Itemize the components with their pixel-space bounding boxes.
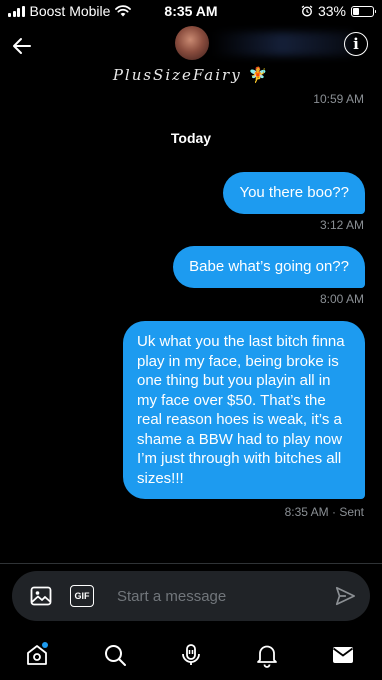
info-button[interactable]: i: [344, 32, 368, 56]
bottom-tab-bar: [0, 636, 382, 680]
notifications-icon: [257, 645, 277, 668]
info-icon: i: [353, 35, 359, 53]
day-divider: Today: [170, 130, 212, 146]
search-icon: [105, 645, 126, 666]
message-status: · Sent: [331, 505, 364, 519]
image-icon: [30, 586, 52, 606]
tab-search[interactable]: [102, 642, 128, 668]
message-input[interactable]: [117, 585, 307, 607]
tab-notifications[interactable]: [254, 642, 280, 668]
home-notification-dot: [42, 642, 48, 648]
message-timestamp: 3:12 AM: [319, 218, 364, 232]
send-button[interactable]: [334, 585, 356, 607]
status-bar: Boost Mobile 8:35 AM 33%: [0, 0, 382, 22]
message-composer: GIF: [12, 571, 370, 621]
home-icon: [27, 645, 47, 665]
alarm-icon: [301, 5, 313, 17]
messages-icon: [332, 647, 354, 663]
spaces-icon: [182, 644, 200, 665]
avatar[interactable]: [175, 26, 209, 60]
arrow-left-icon: [13, 38, 31, 54]
display-name[interactable]: PlusSizeFairy 🧚: [0, 66, 382, 84]
message-timestamp: 8:35 AM · Sent: [285, 505, 364, 519]
header-timestamp: 10:59 AM: [313, 92, 364, 106]
conversation-header: i PlusSizeFairy 🧚 10:59 AM: [0, 22, 382, 114]
dm-conversation-screen: Boost Mobile 8:35 AM 33% i PlusSizeFairy…: [0, 0, 382, 680]
blurred-name-region: [212, 32, 352, 56]
message-timestamp: 8:00 AM: [319, 292, 364, 306]
fairy-emoji: 🧚: [248, 66, 270, 84]
message-bubble[interactable]: Babe what’s going on??: [173, 246, 365, 288]
tab-messages[interactable]: [330, 642, 356, 668]
image-button[interactable]: [29, 584, 53, 608]
message-bubble[interactable]: Uk what you the last bitch finna play in…: [123, 321, 365, 499]
back-button[interactable]: [10, 34, 34, 58]
gif-label: GIF: [74, 591, 90, 601]
message-bubble[interactable]: You there boo??: [223, 172, 365, 214]
gif-button[interactable]: GIF: [70, 585, 94, 607]
battery-icon: [351, 5, 376, 17]
message-time: 8:35 AM: [284, 505, 329, 519]
composer-divider: [0, 563, 382, 564]
send-icon: [335, 586, 355, 606]
display-name-text: PlusSizeFairy: [112, 66, 242, 84]
tab-spaces[interactable]: [178, 642, 204, 668]
battery-percent: 33%: [317, 3, 346, 19]
status-right: 33%: [301, 3, 376, 19]
battery-fill: [353, 7, 360, 15]
